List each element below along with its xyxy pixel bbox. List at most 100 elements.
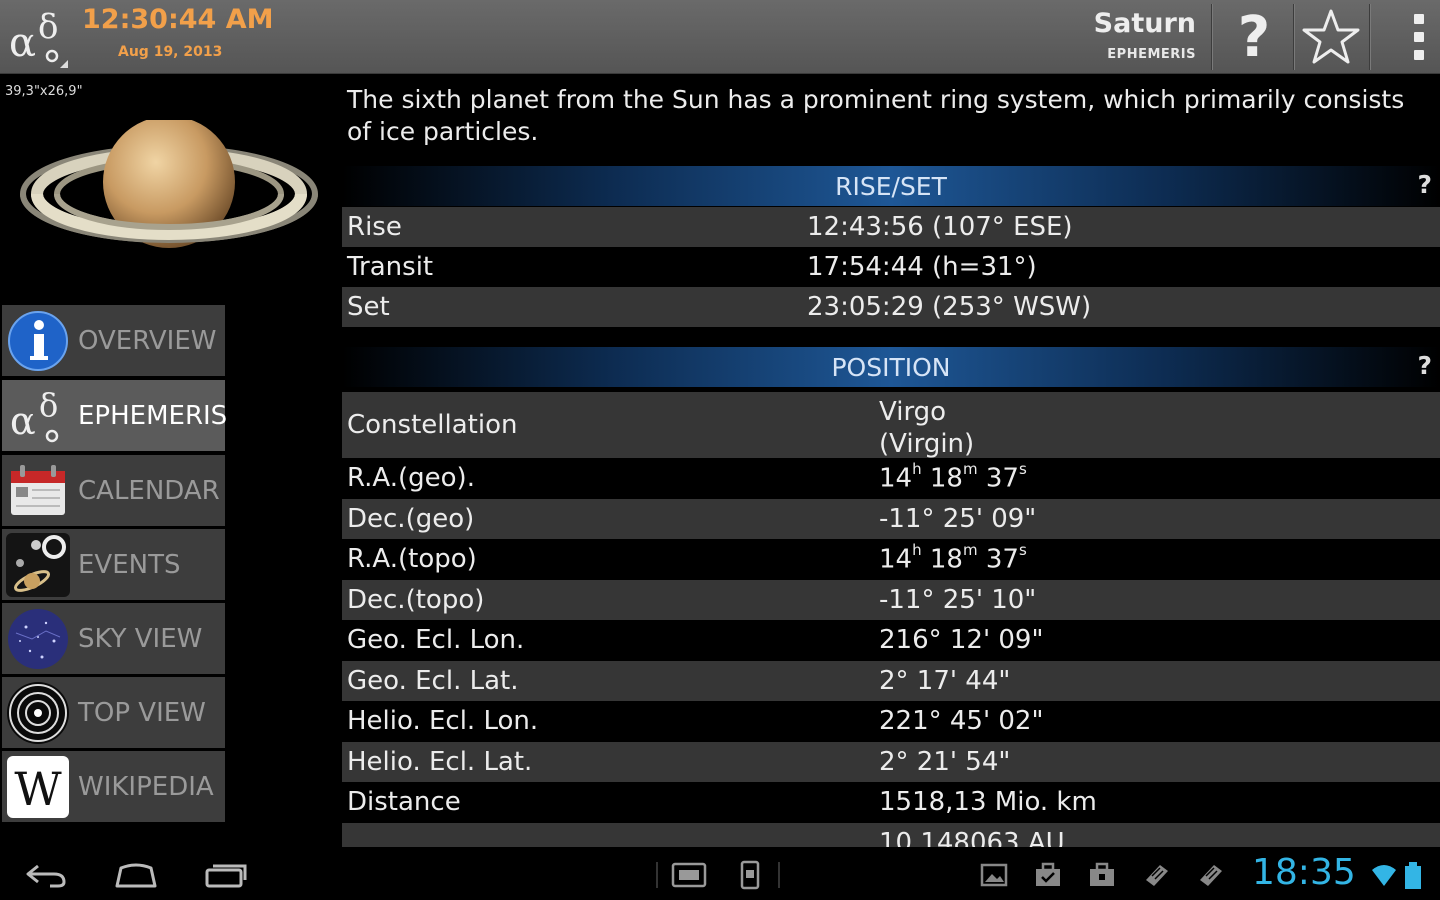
ra-hours: 14 (879, 544, 913, 575)
transit-row: Transit 17:54:44 (h=31°) (342, 247, 1440, 287)
nav-item-ephemeris[interactable]: α δ EPHEMERIS (2, 380, 228, 451)
current-time[interactable]: 12:30:44 AM (82, 4, 273, 35)
nav-label: EPHEMERIS (78, 400, 228, 431)
row-label: Helio. Ecl. Lon. (347, 706, 539, 736)
section-title: RISE/SET (835, 171, 947, 201)
divider (1211, 4, 1213, 70)
rise-set-help-button[interactable]: ? (1417, 170, 1432, 199)
divider (1369, 4, 1371, 70)
row-label: R.A.(topo) (347, 544, 477, 574)
ra-minutes: 18 (921, 544, 963, 575)
action-bar: α δ 12:30:44 AM Aug 19, 2013 Saturn EPHE… (0, 0, 1440, 74)
geo-ecl-lat-row: Geo. Ecl. Lat. 2° 17' 44" (342, 661, 1440, 701)
row-value: 23:05:29 (253° WSW) (807, 292, 1092, 322)
help-button[interactable]: ? (1216, 0, 1292, 74)
row-label: Geo. Ecl. Lat. (347, 666, 519, 696)
ra-minutes-unit: m (962, 541, 978, 559)
calendar-icon (6, 459, 70, 523)
ra-seconds: 37 (977, 544, 1019, 575)
divider (1293, 4, 1295, 70)
field-of-view-label: 39,3"x26,9" (5, 84, 83, 99)
row-value: 221° 45' 02" (879, 706, 1044, 736)
nav-item-events[interactable]: EVENTS (2, 529, 225, 600)
position-help-button[interactable]: ? (1417, 351, 1432, 380)
alpha-delta-icon: α δ (6, 384, 70, 448)
wifi-icon (1372, 865, 1396, 886)
distance-au-row: 10,148063 AU (342, 823, 1440, 847)
favorite-button[interactable] (1296, 0, 1366, 74)
ra-minutes-unit: m (962, 460, 978, 478)
row-label: Distance (347, 787, 461, 817)
overflow-menu-button[interactable] (1398, 0, 1440, 74)
briefcase-check-notification-icon[interactable] (1034, 862, 1062, 888)
dec-geo-row: Dec.(geo) -11° 25' 09" (342, 499, 1440, 539)
recent-apps-button[interactable] (194, 850, 258, 900)
info-icon (6, 309, 70, 373)
svg-text:α: α (9, 20, 36, 66)
ra-minutes: 18 (921, 463, 963, 494)
system-navigation-bar (0, 850, 1440, 900)
geo-ecl-lon-row: Geo. Ecl. Lon. 216° 12' 09" (342, 620, 1440, 660)
nav-item-top-view[interactable]: TOP VIEW (2, 677, 225, 748)
section-title: POSITION (831, 352, 951, 382)
wikipedia-icon: W (6, 755, 70, 819)
row-value: Virgo (Virgin) (879, 396, 974, 460)
row-value: 14h 18m 37s (879, 541, 1027, 575)
sky-view-icon (6, 607, 70, 671)
ra-seconds-unit: s (1018, 541, 1027, 559)
nav-item-overview[interactable]: OVERVIEW (2, 305, 225, 376)
set-row: Set 23:05:29 (253° WSW) (342, 287, 1440, 327)
briefcase-notification-icon[interactable] (1088, 862, 1116, 888)
home-icon (115, 863, 157, 888)
object-title: Saturn (1093, 8, 1196, 39)
screen-compat-button[interactable] (666, 850, 712, 900)
svg-text:W: W (14, 762, 62, 816)
nav-label: EVENTS (78, 549, 181, 580)
current-date[interactable]: Aug 19, 2013 (118, 44, 222, 60)
back-button[interactable] (14, 850, 78, 900)
saturn-image (20, 120, 318, 248)
row-label: Geo. Ecl. Lon. (347, 625, 525, 655)
row-value: 216° 12' 09" (879, 625, 1044, 655)
row-label: Dec.(topo) (347, 585, 485, 615)
system-clock[interactable]: 18:35 (1252, 852, 1356, 893)
row-value: 2° 21' 54" (879, 747, 1011, 777)
nav-label: OVERVIEW (78, 325, 217, 356)
position-header: POSITION ? (342, 347, 1440, 387)
nav-label: CALENDAR (78, 475, 220, 506)
row-label: Set (347, 292, 390, 322)
screenshot-button[interactable] (730, 850, 770, 900)
row-value: 17:54:44 (h=31°) (807, 252, 1037, 282)
home-button[interactable] (104, 850, 168, 900)
play-store-notification-icon-2[interactable] (1196, 862, 1224, 888)
ra-hours-unit: h (912, 541, 922, 559)
divider (778, 862, 780, 888)
back-icon (26, 864, 66, 888)
row-label: Rise (347, 212, 402, 242)
recent-apps-icon (205, 864, 247, 888)
dec-topo-row: Dec.(topo) -11° 25' 10" (342, 580, 1440, 620)
row-value: 2° 17' 44" (879, 666, 1011, 696)
nav-item-wikipedia[interactable]: W WIKIPEDIA (2, 751, 225, 822)
ra-hours-unit: h (912, 460, 922, 478)
battery-icon (1405, 862, 1421, 889)
svg-text:α: α (10, 399, 36, 443)
ra-seconds-unit: s (1018, 460, 1027, 478)
distance-row: Distance 1518,13 Mio. km (342, 782, 1440, 822)
row-value: 12:43:56 (107° ESE) (807, 212, 1073, 242)
object-description: The sixth planet from the Sun has a prom… (347, 85, 1405, 146)
ra-seconds: 37 (977, 463, 1019, 494)
nav-item-calendar[interactable]: CALENDAR (2, 455, 225, 526)
helio-ecl-lat-row: Helio. Ecl. Lat. 2° 21' 54" (342, 742, 1440, 782)
ra-geo-row: R.A.(geo). 14h 18m 37s (342, 458, 1440, 498)
play-store-notification-icon[interactable] (1142, 862, 1170, 888)
nav-item-sky-view[interactable]: SKY VIEW (2, 603, 225, 674)
ra-hours: 14 (879, 463, 913, 494)
screen-compat-icon (671, 862, 707, 888)
constellation-row: Constellation Virgo (Virgin) (342, 392, 1440, 460)
rise-set-header: RISE/SET ? (342, 166, 1440, 206)
image-notification-icon[interactable] (980, 862, 1008, 888)
app-alpha-delta-icon[interactable]: α δ (4, 4, 70, 70)
overflow-dot-icon (1414, 14, 1424, 24)
row-label: Transit (347, 252, 434, 282)
